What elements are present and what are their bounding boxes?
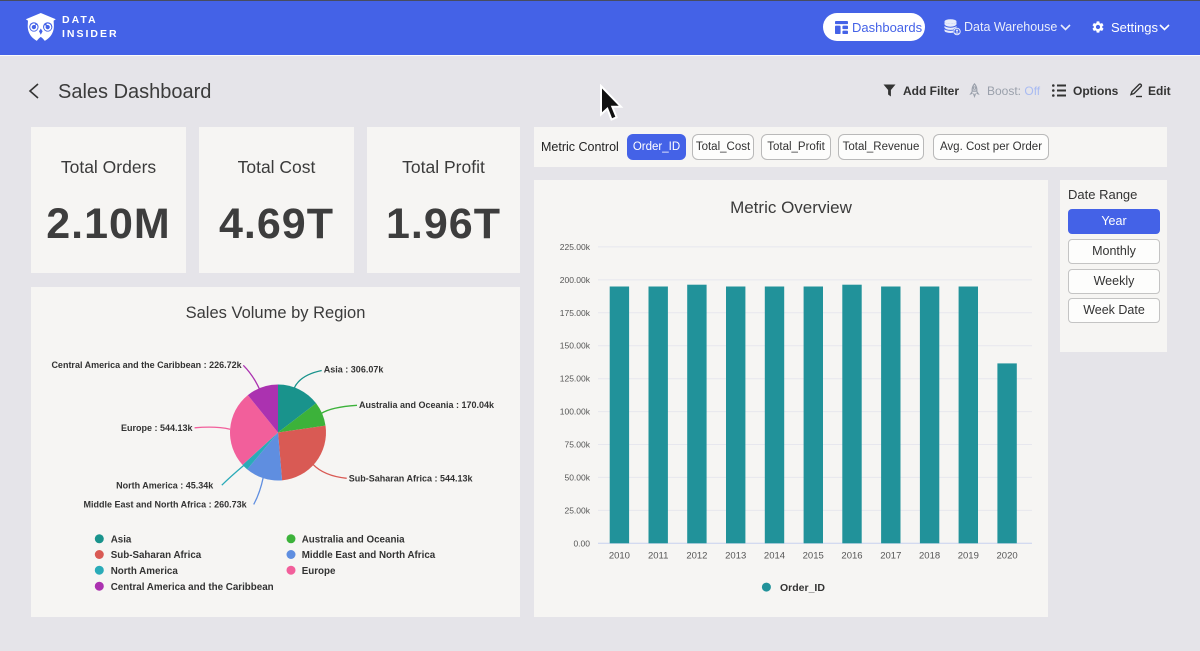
svg-text:75.00k: 75.00k (564, 440, 590, 450)
svg-text:Sub-Saharan Africa: Sub-Saharan Africa (111, 550, 202, 561)
svg-text:2018: 2018 (919, 551, 940, 562)
svg-text:2020: 2020 (997, 551, 1018, 562)
svg-text:2019: 2019 (958, 551, 979, 562)
svg-text:25.00k: 25.00k (564, 505, 590, 515)
svg-text:2010: 2010 (609, 551, 630, 562)
svg-text:North America : 45.34k: North America : 45.34k (116, 481, 214, 491)
svg-text:225.00k: 225.00k (560, 242, 591, 252)
svg-text:2013: 2013 (725, 551, 746, 562)
svg-text:Order_ID: Order_ID (780, 582, 825, 594)
svg-text:Australia and Oceania: Australia and Oceania (302, 535, 405, 546)
svg-text:0.00: 0.00 (573, 538, 590, 548)
svg-text:Middle East and North Africa :: Middle East and North Africa : 260.73k (83, 500, 247, 510)
svg-text:2014: 2014 (764, 551, 785, 562)
svg-text:175.00k: 175.00k (560, 308, 591, 318)
svg-text:2012: 2012 (686, 551, 707, 562)
svg-text:125.00k: 125.00k (560, 374, 591, 384)
svg-text:North America: North America (111, 566, 179, 577)
svg-text:2017: 2017 (880, 551, 901, 562)
svg-text:150.00k: 150.00k (560, 341, 591, 351)
svg-text:Australia and Oceania : 170.04: Australia and Oceania : 170.04k (359, 400, 495, 410)
svg-text:Sub-Saharan Africa : 544.13k: Sub-Saharan Africa : 544.13k (349, 474, 474, 484)
svg-text:Central America and the Caribb: Central America and the Caribbean (111, 582, 274, 593)
svg-text:Asia : 306.07k: Asia : 306.07k (324, 364, 385, 374)
svg-text:Europe: Europe (302, 566, 336, 577)
svg-text:Europe : 544.13k: Europe : 544.13k (121, 423, 194, 433)
svg-text:Asia: Asia (111, 535, 132, 546)
svg-text:2015: 2015 (803, 551, 824, 562)
svg-text:200.00k: 200.00k (560, 275, 591, 285)
svg-text:100.00k: 100.00k (560, 407, 591, 417)
svg-text:2016: 2016 (841, 551, 862, 562)
svg-text:2011: 2011 (648, 551, 668, 562)
svg-text:Metric Overview: Metric Overview (730, 198, 853, 217)
svg-text:Middle East and North Africa: Middle East and North Africa (302, 550, 436, 561)
svg-text:50.00k: 50.00k (564, 472, 590, 482)
svg-text:Central America and the Caribb: Central America and the Caribbean : 226.… (51, 360, 242, 370)
